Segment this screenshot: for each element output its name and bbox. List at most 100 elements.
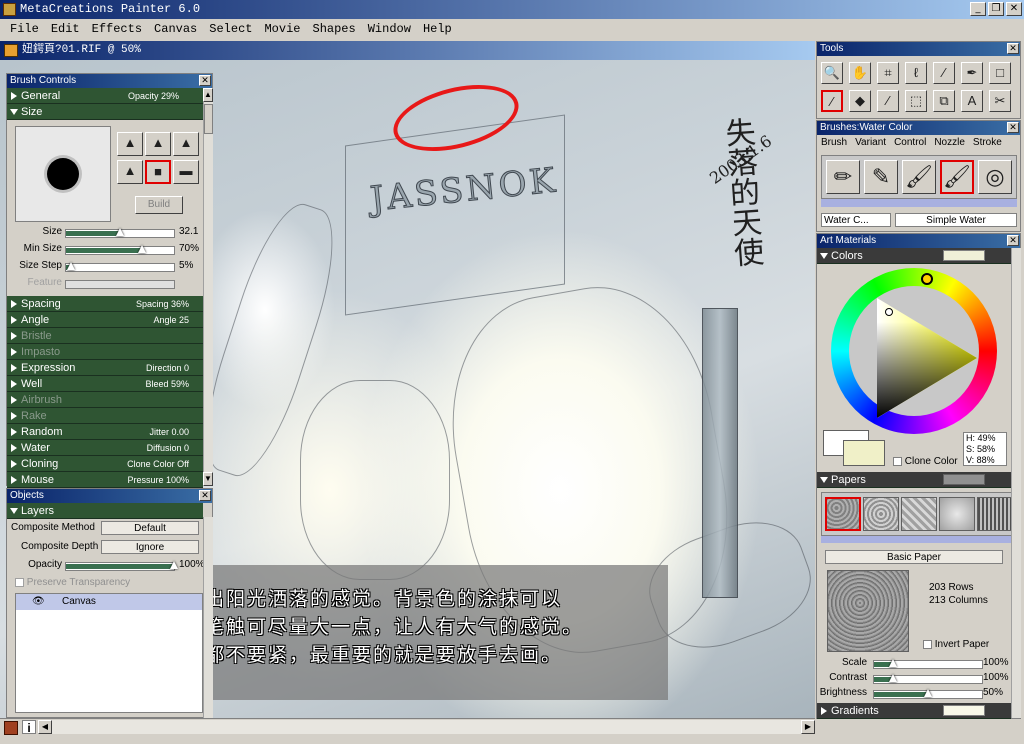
- tab-nozzle[interactable]: Nozzle: [934, 137, 965, 149]
- brush-controls-scrollbar[interactable]: ▲ ▼: [203, 88, 213, 486]
- color-picker-indicator[interactable]: [885, 308, 893, 316]
- scroll-right-icon[interactable]: ▶: [801, 720, 815, 734]
- menu-movie[interactable]: Movie: [258, 19, 306, 39]
- magnifier-icon[interactable]: 🔍: [821, 62, 843, 84]
- dab-profile-2[interactable]: ▲: [145, 132, 171, 156]
- eye-icon[interactable]: 👁: [32, 594, 45, 610]
- dab-profile-6[interactable]: ▬: [173, 160, 199, 184]
- paint-bucket-icon[interactable]: ◆: [849, 90, 871, 112]
- layer-row-canvas[interactable]: 👁 Canvas: [16, 594, 202, 610]
- rectangle-shape-icon[interactable]: □: [989, 62, 1011, 84]
- art-materials-scrollbar[interactable]: [1011, 248, 1021, 718]
- section-cloning[interactable]: Cloning Clone Color Off: [7, 456, 203, 472]
- composite-method-select[interactable]: Default: [101, 521, 199, 535]
- pen-icon[interactable]: ✒: [961, 62, 983, 84]
- dab-profile-3[interactable]: ▲: [173, 132, 199, 156]
- dab-profile-4[interactable]: ▲: [117, 160, 143, 184]
- paper-swatch-3[interactable]: [901, 497, 937, 531]
- tab-stroke[interactable]: Stroke: [973, 137, 1002, 149]
- objects-scrollbar[interactable]: [203, 517, 213, 718]
- section-angle[interactable]: Angle Angle 25: [7, 312, 203, 328]
- horizontal-scrollbar[interactable]: ◀ ▶: [38, 720, 815, 734]
- scroll-thumb[interactable]: [204, 104, 213, 134]
- menu-canvas[interactable]: Canvas: [148, 19, 203, 39]
- close-icon[interactable]: ✕: [1007, 235, 1019, 246]
- menu-help[interactable]: Help: [417, 19, 458, 39]
- info-icon[interactable]: i: [22, 720, 36, 735]
- section-general[interactable]: General Opacity 29%: [7, 88, 203, 104]
- scroll-left-icon[interactable]: ◀: [38, 720, 52, 734]
- dab-profile-5[interactable]: ■: [145, 160, 171, 184]
- section-papers[interactable]: Papers: [817, 472, 1011, 488]
- section-water[interactable]: Water Diffusion 0: [7, 440, 203, 456]
- selection-adjuster-icon[interactable]: ⧉: [933, 90, 955, 112]
- size-step-slider[interactable]: Size Step 5%: [7, 260, 207, 276]
- hue-indicator[interactable]: [921, 273, 933, 285]
- restore-button[interactable]: ❐: [988, 2, 1004, 16]
- menu-edit[interactable]: Edit: [45, 19, 86, 39]
- dab-profile-1[interactable]: ▲: [117, 132, 143, 156]
- chalk-brush-icon[interactable]: ✎: [864, 160, 898, 194]
- text-tool-icon[interactable]: A: [961, 90, 983, 112]
- scroll-up-icon[interactable]: ▲: [203, 88, 213, 102]
- menu-shapes[interactable]: Shapes: [307, 19, 362, 39]
- section-colors[interactable]: Colors: [817, 248, 1011, 264]
- brush-name-field[interactable]: Water C...: [821, 213, 891, 227]
- section-layers[interactable]: Layers: [7, 503, 203, 519]
- paper-swatch-4[interactable]: [939, 497, 975, 531]
- minimize-button[interactable]: _: [970, 2, 986, 16]
- paper-swatch-2[interactable]: [863, 497, 899, 531]
- section-impasto[interactable]: Impasto: [7, 344, 203, 360]
- close-button[interactable]: ✕: [1006, 2, 1022, 16]
- section-airbrush[interactable]: Airbrush: [7, 392, 203, 408]
- paper-brightness-slider[interactable]: Brightness 50%: [817, 687, 1017, 703]
- paper-swatch-5[interactable]: [977, 497, 1013, 531]
- close-icon[interactable]: ✕: [199, 490, 211, 501]
- section-gradients[interactable]: Gradients: [817, 703, 1011, 719]
- section-expression[interactable]: Expression Direction 0: [7, 360, 203, 376]
- build-button[interactable]: Build: [135, 196, 183, 214]
- min-size-slider[interactable]: Min Size 70%: [7, 243, 207, 259]
- pencil-brush-icon[interactable]: ✏: [826, 160, 860, 194]
- close-icon[interactable]: ✕: [1007, 43, 1019, 54]
- scissors-icon[interactable]: ✂: [989, 90, 1011, 112]
- brush-tool-icon[interactable]: ⁄: [821, 90, 843, 112]
- magic-wand-icon[interactable]: ⁄: [933, 62, 955, 84]
- water-color-brush-icon[interactable]: 🖌: [940, 160, 974, 194]
- section-size[interactable]: Size: [7, 104, 203, 120]
- crop-icon[interactable]: ⌗: [877, 62, 899, 84]
- paper-name-field[interactable]: Basic Paper: [825, 550, 1003, 564]
- invert-paper-checkbox[interactable]: Invert Paper: [923, 639, 989, 650]
- section-random[interactable]: Random Jitter 0.00: [7, 424, 203, 440]
- section-spacing[interactable]: Spacing Spacing 36%: [7, 296, 203, 312]
- menu-file[interactable]: File: [4, 19, 45, 39]
- menu-effects[interactable]: Effects: [86, 19, 148, 39]
- paper-contrast-slider[interactable]: Contrast 100%: [817, 672, 1017, 688]
- variant-select[interactable]: Simple Water: [895, 213, 1017, 227]
- menu-window[interactable]: Window: [362, 19, 417, 39]
- paper-swatch-basic[interactable]: [825, 497, 861, 531]
- paper-color-icon[interactable]: [4, 721, 18, 735]
- preserve-transparency-checkbox[interactable]: Preserve Transparency: [15, 577, 130, 588]
- close-icon[interactable]: ✕: [199, 75, 211, 86]
- tab-control[interactable]: Control: [894, 137, 926, 149]
- grabber-hand-icon[interactable]: ✋: [849, 62, 871, 84]
- section-bristle[interactable]: Bristle: [7, 328, 203, 344]
- primary-color-swatch[interactable]: [843, 440, 885, 466]
- paper-strip-expander[interactable]: [821, 536, 1013, 543]
- scroll-down-icon[interactable]: ▼: [203, 472, 213, 486]
- tab-brush[interactable]: Brush: [821, 137, 847, 149]
- composite-depth-select[interactable]: Ignore: [101, 540, 199, 554]
- section-rake[interactable]: Rake: [7, 408, 203, 424]
- tab-variant[interactable]: Variant: [855, 137, 886, 149]
- liquid-brush-icon[interactable]: ◎: [978, 160, 1012, 194]
- section-mouse[interactable]: Mouse Pressure 100%: [7, 472, 203, 488]
- dropper-icon[interactable]: ⁄: [877, 90, 899, 112]
- layer-opacity-slider[interactable]: Opacity 100%: [7, 559, 207, 575]
- paper-scale-slider[interactable]: Scale 100%: [817, 657, 1017, 673]
- rect-selection-icon[interactable]: ⬚: [905, 90, 927, 112]
- size-slider[interactable]: Size 32.1: [7, 226, 207, 242]
- paintbrush-icon[interactable]: 🖌: [902, 160, 936, 194]
- section-well[interactable]: Well Bleed 59%: [7, 376, 203, 392]
- brush-strip-expander[interactable]: [821, 199, 1017, 207]
